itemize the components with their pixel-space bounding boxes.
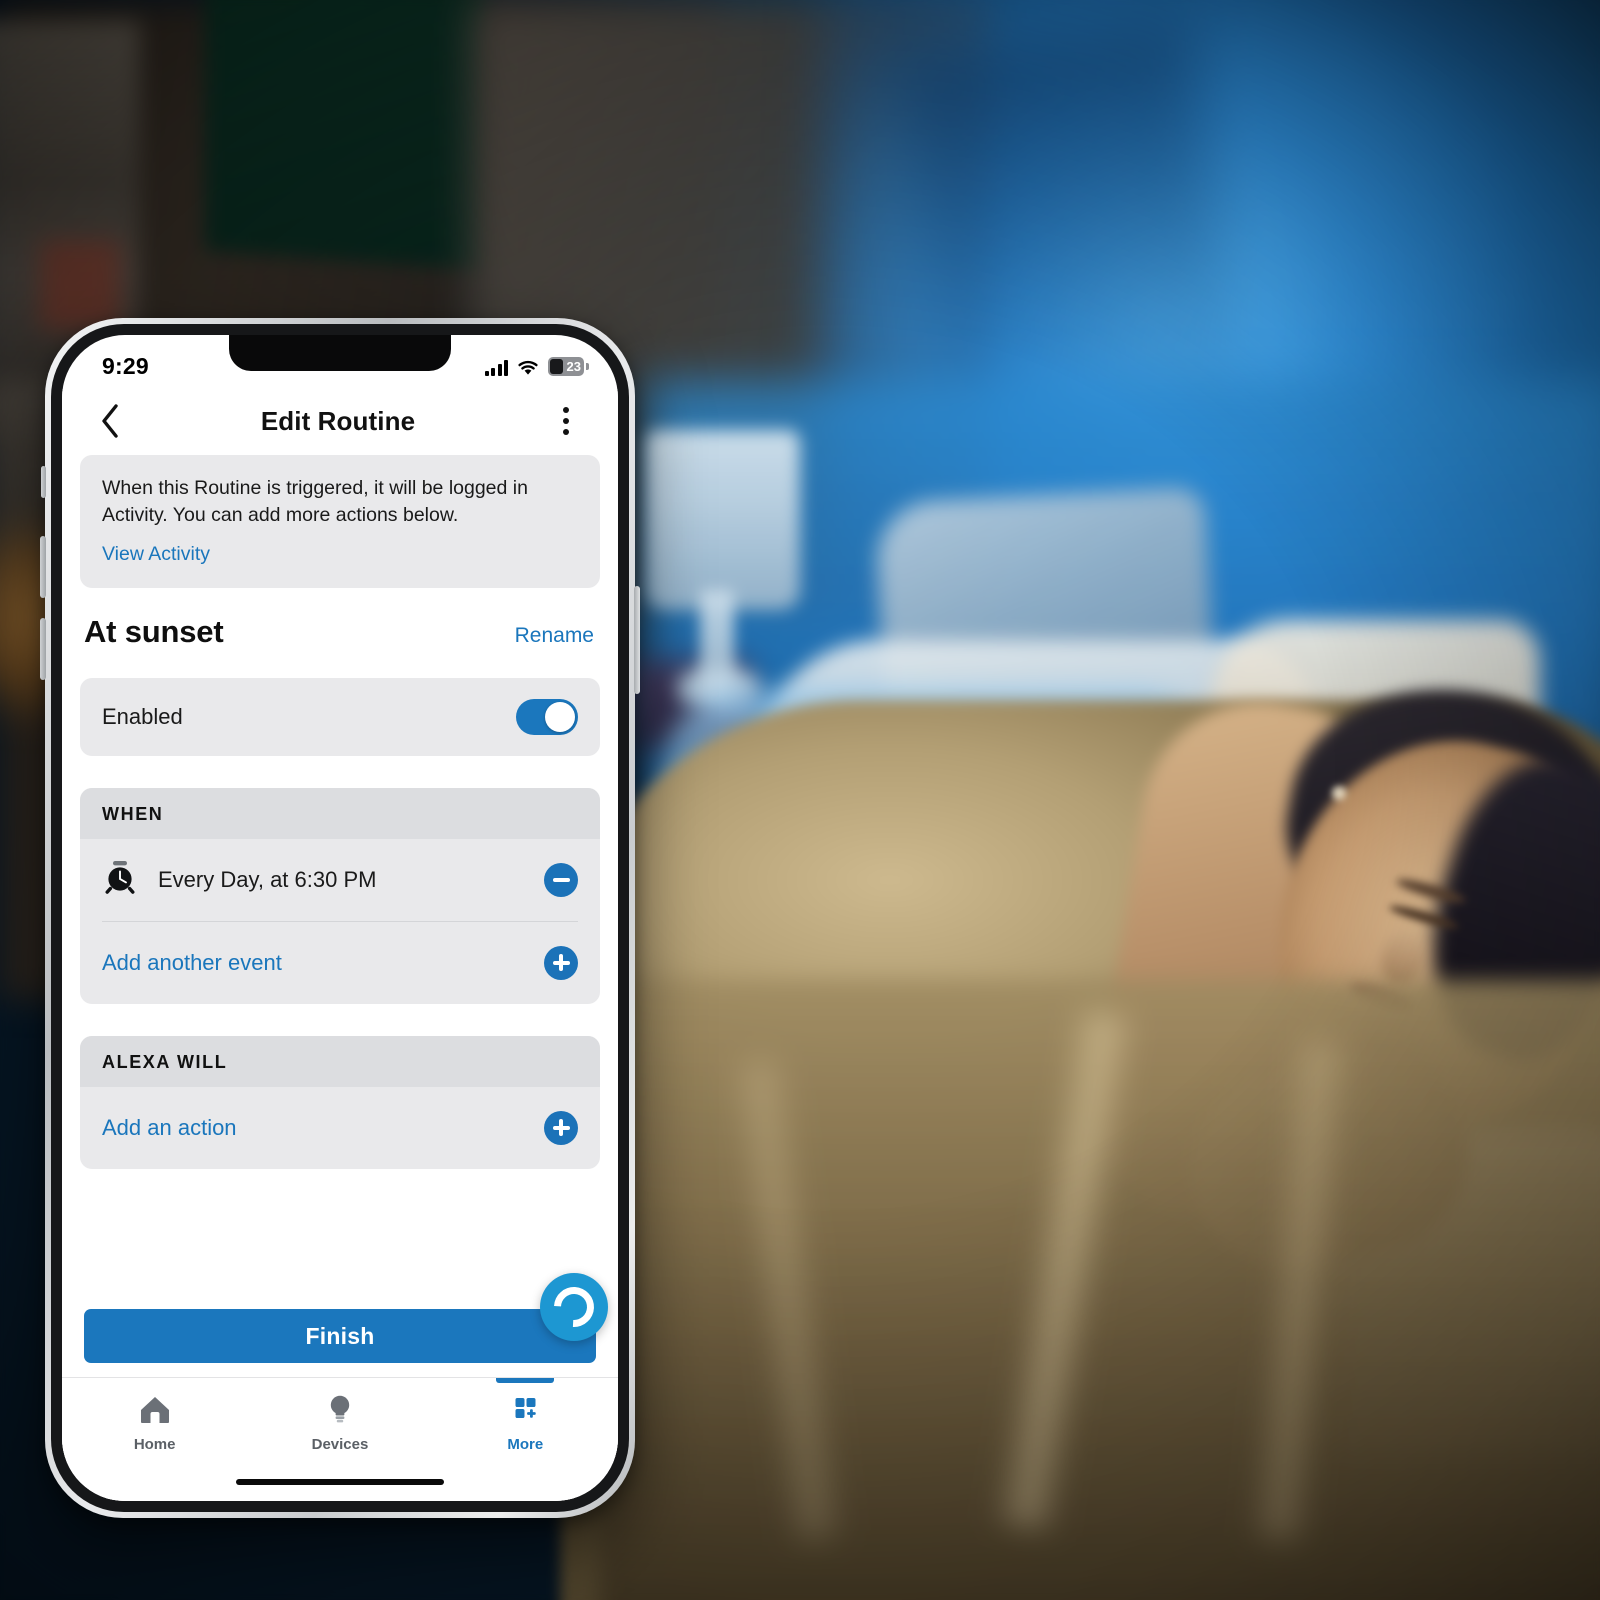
routine-title-row: At sunset Rename — [62, 588, 618, 672]
lightbulb-icon — [323, 1394, 357, 1429]
tab-more-label: More — [507, 1436, 544, 1453]
finish-button[interactable]: Finish — [84, 1309, 596, 1363]
finish-button-wrap: Finish — [62, 1273, 618, 1377]
status-bar-icons: 23 — [484, 356, 589, 376]
routine-name: At sunset — [84, 613, 224, 649]
smartphone-mockup: 9:29 23 Edit Routine When this Routine i… — [40, 318, 640, 1518]
tab-more-indicator — [496, 1378, 555, 1383]
add-another-event-row[interactable]: Add another event — [80, 922, 600, 1004]
activity-info-text: When this Routine is triggered, it will … — [102, 477, 528, 526]
trigger-row-left: Every Day, at 6:30 PM — [102, 859, 376, 900]
add-an-action-row[interactable]: Add an action — [80, 1087, 600, 1169]
more-grid-plus-icon — [508, 1394, 542, 1429]
enabled-toggle[interactable] — [516, 698, 578, 735]
when-section: WHEN Every Day, at 6:30 PM Add another e… — [80, 787, 600, 1004]
status-bar: 9:29 23 — [62, 335, 618, 389]
alexa-ring — [545, 1278, 603, 1336]
add-an-action-label: Add an action — [102, 1114, 237, 1140]
wifi-icon — [517, 360, 539, 376]
volume-up-button[interactable] — [40, 536, 46, 598]
tab-devices-label: Devices — [311, 1436, 369, 1453]
home-icon — [138, 1394, 172, 1429]
minus-circle-icon[interactable] — [544, 862, 578, 897]
when-section-header: WHEN — [80, 787, 600, 839]
volume-down-button[interactable] — [40, 618, 46, 680]
home-indicator[interactable] — [236, 1479, 444, 1485]
view-activity-link[interactable]: View Activity — [102, 543, 210, 566]
bottom-tab-bar: Home Devices More — [62, 1377, 618, 1463]
add-action-row-left: Add an action — [102, 1115, 237, 1141]
rename-button[interactable]: Rename — [515, 624, 594, 648]
plus-circle-icon[interactable] — [544, 945, 578, 980]
overflow-menu-icon[interactable] — [544, 399, 588, 443]
tab-devices[interactable]: Devices — [247, 1378, 432, 1463]
plus-circle-icon[interactable] — [544, 1110, 578, 1145]
battery-icon: 23 — [548, 356, 589, 376]
alexa-will-section: ALEXA WILL Add an action — [80, 1035, 600, 1169]
app-bar: Edit Routine — [62, 389, 618, 453]
battery-fill — [550, 358, 563, 374]
tab-home-label: Home — [133, 1436, 176, 1453]
alexa-logo-icon[interactable] — [540, 1273, 608, 1341]
bottom-bar: Finish Home Devices More — [62, 1273, 618, 1501]
alarm-clock-icon — [102, 859, 138, 900]
page-title: Edit Routine — [260, 405, 416, 436]
back-chevron-icon[interactable] — [88, 399, 132, 443]
battery-percent-label: 23 — [566, 358, 581, 374]
tab-home[interactable]: Home — [62, 1378, 247, 1463]
trigger-row[interactable]: Every Day, at 6:30 PM — [80, 839, 600, 921]
trigger-label: Every Day, at 6:30 PM — [158, 866, 377, 892]
status-bar-clock: 9:29 — [102, 352, 149, 379]
power-button[interactable] — [634, 586, 640, 694]
mute-switch[interactable] — [41, 466, 46, 498]
home-indicator-wrap — [62, 1463, 618, 1501]
alexa-will-section-header: ALEXA WILL — [80, 1035, 600, 1087]
enabled-label: Enabled — [102, 703, 183, 729]
phone-bezel: 9:29 23 Edit Routine When this Routine i… — [51, 324, 629, 1512]
add-event-row-left: Add another event — [102, 950, 282, 976]
cellular-bars-icon — [484, 359, 508, 376]
enabled-row: Enabled — [80, 677, 600, 756]
toggle-knob — [545, 701, 575, 732]
routine-editor-content: When this Routine is triggered, it will … — [62, 453, 618, 1299]
activity-info-card: When this Routine is triggered, it will … — [80, 455, 600, 588]
tab-more[interactable]: More — [433, 1378, 618, 1463]
phone-screen: 9:29 23 Edit Routine When this Routine i… — [62, 335, 618, 1501]
add-another-event-label: Add another event — [102, 949, 282, 975]
